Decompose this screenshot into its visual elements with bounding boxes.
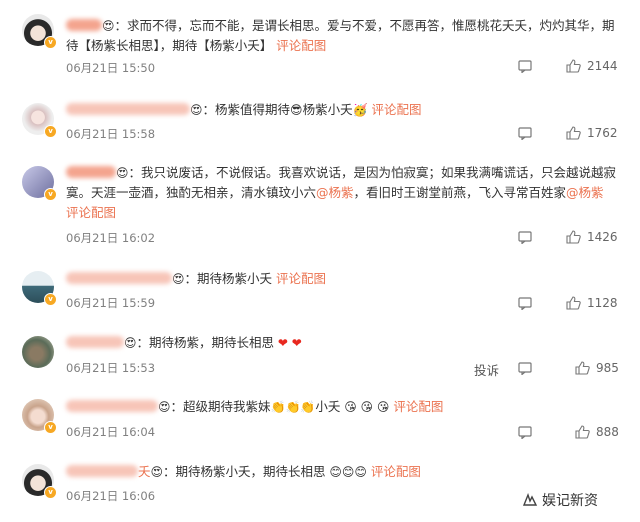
reply-button[interactable]	[518, 362, 532, 375]
like-count: 1762	[587, 126, 618, 140]
thumb-up-icon	[566, 126, 581, 140]
like-count: 1128	[587, 296, 618, 310]
comment-time: 06月21日 16:06	[66, 489, 156, 503]
reply-button[interactable]	[518, 297, 532, 310]
comment-time: 06月21日 15:58	[66, 127, 156, 141]
like-count: 1426	[587, 230, 618, 244]
emoji-icon: 😍	[102, 19, 115, 33]
mention-link[interactable]: @杨紫	[316, 185, 354, 200]
verified-badge-icon: v	[44, 293, 57, 306]
like-button[interactable]: 1762	[566, 126, 618, 140]
reply-button[interactable]	[518, 426, 532, 439]
emoji-icon: 😍	[172, 272, 185, 286]
emoji-icon: 😘 😘 😘	[340, 400, 390, 414]
emoji-icon: 😍	[116, 166, 129, 180]
like-button[interactable]: 2144	[566, 59, 618, 73]
like-count: 985	[596, 361, 619, 375]
thumb-up-icon	[566, 230, 581, 244]
comment-text: 😍：求而不得，忘而不能，是谓长相思。爱与不爱，不愿再答，惟愿桃花夭夭，灼灼其华，…	[66, 18, 615, 53]
comment-time: 06月21日 16:02	[66, 231, 156, 245]
comment-text: 😍：杨紫值得期待😎杨紫小夭🥳 评论配图	[66, 100, 618, 120]
comment-text: 😍：超级期待我紫妹👏👏👏小夭 😘 😘 😘 评论配图	[66, 397, 618, 417]
comment-time: 06月21日 15:59	[66, 296, 156, 310]
reply-button[interactable]	[518, 127, 532, 140]
like-button[interactable]: 888	[575, 425, 619, 439]
comment-content: 期待杨紫小夭，期待长相思	[175, 464, 326, 479]
verified-badge-icon: v	[44, 486, 57, 499]
comment-time: 06月21日 15:50	[66, 61, 156, 75]
blurred-username[interactable]	[66, 166, 116, 178]
comment-icon	[518, 127, 532, 140]
emoji-icon: 😍	[150, 465, 164, 479]
comment-content: 求而不得，忘而不能，是谓长相思。爱与不爱，不愿再答，惟愿桃花夭夭，灼灼其华，期待…	[66, 18, 615, 53]
emoji-icon: 😍	[158, 400, 171, 414]
verified-badge-icon: v	[44, 36, 57, 49]
reply-button[interactable]	[518, 231, 532, 244]
emoji-icon: 😍	[124, 336, 137, 350]
comment-icon	[518, 231, 532, 244]
emoji-icon: 😊😊😊	[325, 465, 367, 479]
comment-text: 😍：期待杨紫，期待长相思 ❤ ❤	[66, 333, 618, 353]
thumb-up-icon	[575, 425, 590, 439]
blurred-username[interactable]	[66, 336, 124, 348]
report-button[interactable]: 投诉	[474, 360, 499, 379]
comment-content: 杨紫值得期待	[215, 102, 291, 117]
comment-icon	[518, 60, 532, 73]
comment-image-link[interactable]: 评论配图	[393, 399, 443, 414]
comment-content: 小夭	[315, 399, 341, 414]
watermark: 娱记新资	[522, 490, 598, 510]
comment-image-link[interactable]: 评论配图	[276, 271, 326, 286]
emoji-icon: 😎	[290, 103, 303, 117]
emoji-icon: 🥳	[352, 103, 368, 117]
like-count: 888	[596, 425, 619, 439]
blurred-username[interactable]	[66, 19, 102, 31]
comment-time: 06月21日 16:04	[66, 425, 156, 439]
verified-badge-icon: v	[44, 125, 57, 138]
blurred-username[interactable]	[66, 272, 172, 284]
blurred-username[interactable]	[66, 103, 190, 115]
mention-link[interactable]: @杨紫	[566, 185, 604, 200]
comment-icon	[518, 362, 532, 375]
emoji-icon: 😍	[190, 103, 203, 117]
heart-icon: ❤ ❤	[274, 336, 302, 350]
comment-icon	[518, 297, 532, 310]
like-count: 2144	[587, 59, 618, 73]
clap-icon: 👏👏👏	[270, 400, 316, 414]
verified-badge-icon: v	[44, 421, 57, 434]
media-logo-icon	[522, 493, 538, 506]
thumb-up-icon	[575, 361, 590, 375]
comment-text: 😍：期待杨紫小夭 评论配图	[66, 269, 618, 289]
comment-content: 杨紫小夭	[302, 102, 353, 117]
username-suffix[interactable]: 夭	[138, 464, 151, 479]
like-button[interactable]: 985	[575, 361, 619, 375]
comment-icon	[518, 426, 532, 439]
blurred-username[interactable]	[66, 400, 158, 412]
comment-content: ，看旧时王谢堂前燕，飞入寻常百姓家	[353, 185, 567, 200]
comment-image-link[interactable]: 评论配图	[276, 38, 326, 53]
reply-button[interactable]	[518, 60, 532, 73]
comment-image-link[interactable]: 评论配图	[372, 102, 422, 117]
comment-content: 期待杨紫，期待长相思	[149, 335, 275, 350]
avatar[interactable]	[22, 336, 54, 368]
comment-content: 超级期待我紫妹	[183, 399, 271, 414]
comment-image-link[interactable]: 评论配图	[371, 464, 421, 479]
like-button[interactable]: 1426	[566, 230, 618, 244]
comment-content: 期待杨紫小夭	[197, 271, 273, 286]
thumb-up-icon	[566, 59, 581, 73]
blurred-username[interactable]	[66, 465, 138, 477]
comment-image-link[interactable]: 评论配图	[66, 205, 116, 220]
thumb-up-icon	[566, 296, 581, 310]
comment-time: 06月21日 15:53	[66, 361, 156, 375]
like-button[interactable]: 1128	[566, 296, 618, 310]
comment-text: 夭😍：期待杨紫小夭，期待长相思 😊😊😊 评论配图	[66, 462, 618, 482]
comment-text: 😍：我只说废话，不说假话。我喜欢说话，是因为怕寂寞；如果我满嘴谎话，只会越说越寂…	[66, 165, 617, 220]
watermark-text: 娱记新资	[542, 493, 598, 509]
verified-badge-icon: v	[44, 188, 57, 201]
